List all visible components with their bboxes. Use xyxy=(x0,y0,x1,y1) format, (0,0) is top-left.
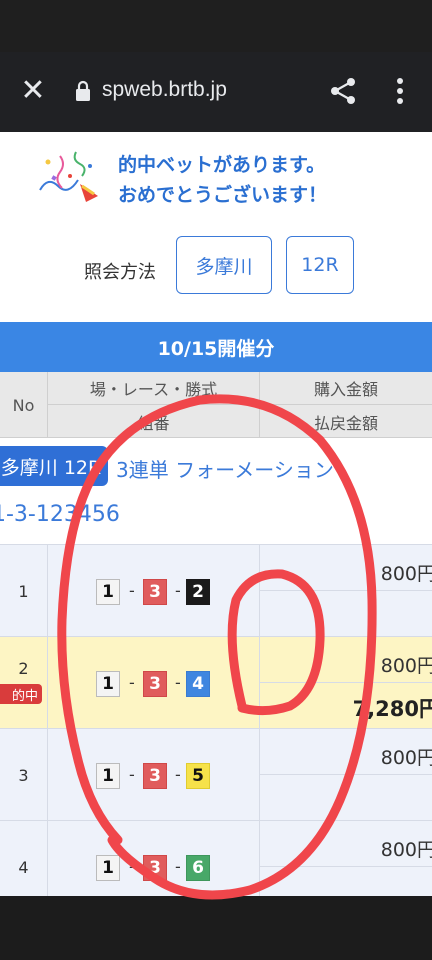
more-vert-icon[interactable] xyxy=(390,76,410,106)
boat-number: 1 xyxy=(96,855,120,881)
boat-number: 1 xyxy=(96,579,120,605)
header-purchase-amount: 購入金額 xyxy=(260,372,432,405)
boat-number: 3 xyxy=(143,671,167,697)
boat-number: 6 xyxy=(186,855,210,881)
boat-number: 3 xyxy=(143,855,167,881)
table-row: 1 1 - 3 - 2 800円 xyxy=(0,544,432,637)
share-icon[interactable] xyxy=(328,76,358,106)
page-content: 的中ベットがあります。 おめでとうございます！ 照会方法 多摩川 12R 10/… xyxy=(0,132,432,896)
lock-icon xyxy=(76,80,90,101)
bet-combination: 1-3-123456 xyxy=(0,502,120,527)
row-payout-amount xyxy=(260,591,432,637)
row-combination: 1 - 3 - 4 xyxy=(48,637,260,729)
status-bar xyxy=(0,0,432,52)
browser-toolbar: ✕ spweb.brtb.jp xyxy=(0,52,432,132)
congrats-line-2: おめでとうございます！ xyxy=(118,184,328,206)
header-no: No xyxy=(0,372,48,438)
boat-number: 1 xyxy=(96,763,120,789)
row-payout-amount xyxy=(260,867,432,896)
bet-info: 多摩川 12R 3連単 フォーメーション 1-3-123456 xyxy=(0,438,432,544)
venue-race-badge: 多摩川 12R xyxy=(0,446,108,486)
row-purchase-amount: 800円 xyxy=(260,637,432,683)
table-row-winning: 2 的中 1 - 3 - 4 800円 7,280円 xyxy=(0,636,432,729)
congrats-banner: 的中ベットがあります。 おめでとうございます！ xyxy=(0,132,432,222)
hit-badge: 的中 xyxy=(0,684,42,704)
lookup-method: 照会方法 多摩川 12R xyxy=(0,236,432,296)
venue-button[interactable]: 多摩川 xyxy=(176,236,272,294)
navigation-bar xyxy=(0,896,432,960)
row-combination: 1 - 3 - 2 xyxy=(48,545,260,637)
header-payout-amount: 払戻金額 xyxy=(313,413,378,433)
boat-number: 1 xyxy=(96,671,120,697)
row-no: 1 xyxy=(0,545,48,637)
race-button[interactable]: 12R xyxy=(286,236,354,294)
table-row: 3 1 - 3 - 5 800円 xyxy=(0,728,432,821)
table-row: 4 1 - 3 - 6 800円 xyxy=(0,820,432,896)
boat-number: 4 xyxy=(186,671,210,697)
row-no: 3 xyxy=(0,729,48,821)
boat-number: 5 xyxy=(186,763,210,789)
boat-number: 2 xyxy=(186,579,210,605)
lookup-label: 照会方法 xyxy=(84,262,156,283)
row-no: 4 xyxy=(0,821,48,896)
row-payout-amount: 7,280円 xyxy=(352,697,432,721)
header-venue-race-type: 場・レース・勝式 xyxy=(48,372,260,405)
row-combination: 1 - 3 - 5 xyxy=(48,729,260,821)
party-popper-icon xyxy=(39,151,98,202)
close-icon[interactable]: ✕ xyxy=(18,76,48,106)
row-no: 2 xyxy=(0,637,48,729)
row-purchase-amount: 800円 xyxy=(260,545,432,591)
row-purchase-amount: 800円 xyxy=(260,729,432,775)
boat-number: 3 xyxy=(143,579,167,605)
date-header: 10/15開催分 xyxy=(0,322,432,372)
row-purchase-amount: 800円 xyxy=(260,821,432,867)
congrats-line-1: 的中ベットがあります。 xyxy=(118,154,326,176)
row-combination: 1 - 3 - 6 xyxy=(48,821,260,896)
row-payout-amount xyxy=(260,775,432,821)
boat-number: 3 xyxy=(143,763,167,789)
url-text[interactable]: spweb.brtb.jp xyxy=(102,78,227,102)
header-combination: 組番 xyxy=(48,405,260,438)
table-header: No 場・レース・勝式 組番 購入金額 払戻金額 xyxy=(0,372,432,438)
bet-type: 3連単 フォーメーション xyxy=(116,458,334,482)
